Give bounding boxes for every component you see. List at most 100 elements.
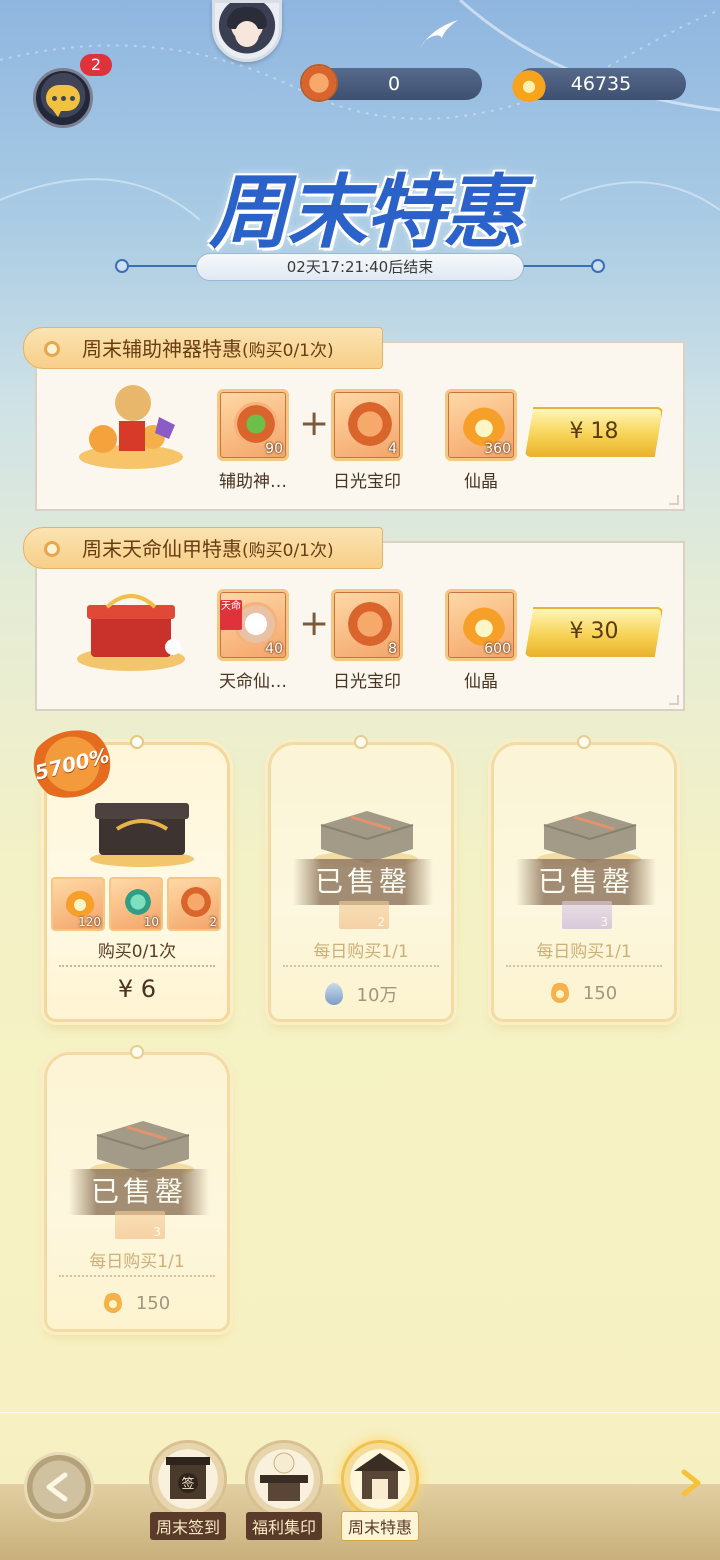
flame-crystal-icon (462, 602, 506, 646)
armor-chest-icon (77, 594, 185, 671)
flame-crystal-icon (510, 64, 548, 102)
jade-feather-icon (123, 887, 153, 917)
item-slot: 10 (109, 877, 163, 931)
card-divider (59, 1275, 215, 1277)
item-quantity: 3 (600, 915, 608, 929)
back-arrow-icon (46, 1472, 68, 1502)
shop-card-chest[interactable]: 5700% 120 10 2 购买0/1次 ¥ 6 (22, 721, 230, 1022)
offer-title: 周末辅助神器特惠 (82, 337, 242, 361)
card-divider (59, 965, 215, 967)
offer-title: 周末天命仙甲特惠 (82, 537, 242, 561)
item-quantity: 600 (484, 641, 511, 657)
purchase-limit: 每日购买1/1 (536, 942, 632, 962)
card-ornament (130, 1045, 144, 1059)
item-quantity: 2 (209, 915, 217, 929)
altar-icon (260, 1452, 308, 1501)
nav-tab-weekend-signin[interactable]: 签 周末签到 (146, 1440, 230, 1540)
shop-card-soldout: 已售罄 3 每日购买1/1 150 (491, 735, 677, 1022)
buy-button-18[interactable]: ¥ 18 (525, 407, 663, 457)
card-ornament (354, 735, 368, 749)
card-items: 120 10 2 (51, 877, 221, 931)
sold-out-label: 已售罄 (516, 859, 656, 905)
reward-item[interactable]: 天命 40 天命仙… (217, 589, 289, 692)
offer-panel-armor: 周末天命仙甲特惠(购买0/1次) 天命 40 天命仙… 8 日光宝印 600 仙… (23, 527, 685, 711)
event-title: 周末特惠 (209, 165, 523, 259)
card-price-value: 150 (582, 983, 618, 1004)
avatar-face (235, 21, 259, 47)
offer-items: 天命 40 天命仙… 8 日光宝印 600 仙晶 (217, 589, 517, 692)
bundle-package-icon (314, 811, 418, 867)
sold-out-label: 已售罄 (69, 1169, 209, 1215)
card-ornament (130, 735, 144, 749)
card-price: ¥ 6 (117, 975, 157, 1003)
item-quantity: 360 (484, 441, 511, 457)
item-quantity: 3 (153, 1225, 161, 1239)
item-slot: 3 (562, 901, 612, 929)
purchase-limit: 每日购买1/1 (89, 1252, 185, 1272)
item-name: 日光宝印 (333, 472, 401, 492)
next-arrow-icon[interactable] (676, 1468, 706, 1498)
currency-bar-seal[interactable]: 0 (300, 64, 482, 102)
destiny-tag: 天命 (220, 600, 242, 630)
item-slot: 2 (167, 877, 221, 931)
item-quantity: 40 (265, 641, 283, 657)
plus-icon: + (299, 603, 330, 644)
back-button[interactable] (24, 1452, 94, 1522)
reward-item[interactable]: 90 辅助神… (217, 389, 289, 492)
blue-gem-icon (324, 983, 343, 1005)
chat-bubble-icon (46, 85, 80, 117)
welfare-altar-icon (245, 1440, 323, 1518)
offer-title-tab: 周末辅助神器特惠(购买0/1次) (23, 327, 383, 369)
flame-crystal-icon (462, 402, 506, 446)
purchase-limit: 购买0/1次 (97, 942, 177, 962)
timer-left-orb-icon (115, 259, 129, 273)
tab-dot-icon (44, 341, 60, 357)
reward-item[interactable]: 600 仙晶 (445, 589, 517, 692)
item-slot: 3 (115, 1211, 165, 1239)
item-name: 辅助神… (219, 472, 287, 492)
item-name: 仙晶 (464, 472, 498, 492)
card-price-value: 10万 (356, 985, 398, 1006)
artifact-bundle-icon (79, 385, 183, 469)
nav-tab-welfare-seal[interactable]: 福利集印 (242, 1440, 326, 1540)
plus-icon: + (299, 403, 330, 444)
pavilion-icon (341, 1440, 419, 1518)
nav-label: 周末特惠 (340, 1511, 419, 1541)
item-quantity: 120 (78, 915, 101, 929)
item-quantity: 8 (388, 641, 397, 657)
currency-bar-crystal[interactable]: 46735 (510, 64, 686, 102)
card-price: 150 (494, 981, 674, 1004)
artifact-shard-icon (234, 402, 278, 446)
player-avatar[interactable] (212, 0, 282, 62)
item-slot: 600 (445, 589, 517, 661)
gate-icon: 签 (166, 1457, 210, 1499)
item-slot: 天命 40 (217, 589, 289, 661)
item-slot: 8 (331, 589, 403, 661)
shop-card-soldout: 已售罄 2 每日购买1/1 10万 (268, 735, 454, 1022)
card-price: 150 (47, 1291, 227, 1314)
item-slot: 2 (339, 901, 389, 929)
item-quantity: 4 (388, 441, 397, 457)
nav-label: 周末签到 (149, 1512, 226, 1540)
reward-item[interactable]: 4 日光宝印 (331, 389, 403, 492)
flame-icon (103, 1291, 122, 1313)
item-name: 天命仙… (219, 672, 287, 692)
card-divider (283, 965, 439, 967)
buy-button-30[interactable]: ¥ 30 (525, 607, 663, 657)
shop-card-soldout: 已售罄 3 每日购买1/1 150 (44, 1045, 230, 1332)
sun-seal-icon (300, 64, 338, 102)
item-slot: 90 (217, 389, 289, 461)
reward-item[interactable]: 8 日光宝印 (331, 589, 403, 692)
chat-button[interactable] (33, 68, 93, 128)
swallow-icon (420, 20, 458, 48)
nav-tab-weekend-deals[interactable]: 周末特惠 (338, 1440, 422, 1541)
tab-dot-icon (44, 541, 60, 557)
purchase-limit: 每日购买1/1 (313, 942, 409, 962)
bottom-divider (0, 1412, 720, 1413)
event-countdown: 02天17:21:40后结束 (196, 253, 524, 281)
item-slot: 360 (445, 389, 517, 461)
reward-item[interactable]: 360 仙晶 (445, 389, 517, 492)
currency-seal-amount: 0 (387, 73, 401, 95)
offer-items: 90 辅助神… 4 日光宝印 360 仙晶 (217, 389, 517, 492)
item-name: 日光宝印 (333, 672, 401, 692)
